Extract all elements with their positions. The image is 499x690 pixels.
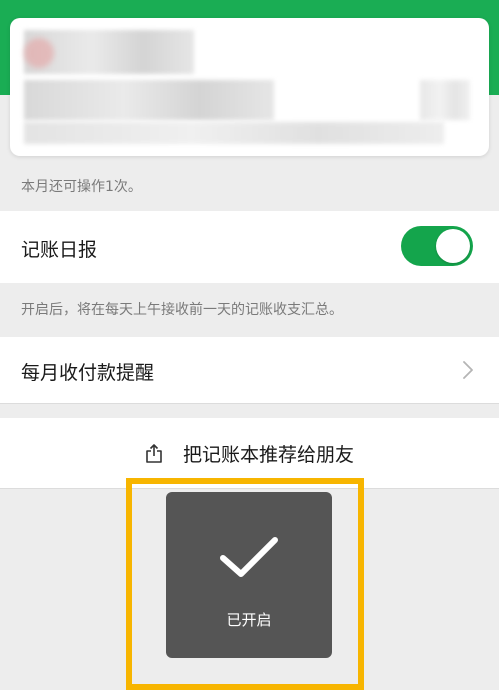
toast-popup: 已开启 [166, 492, 332, 658]
chevron-right-icon [463, 361, 473, 379]
blurred-avatar [24, 38, 54, 68]
blurred-content [24, 80, 274, 120]
daily-report-description: 开启后，将在每天上午接收前一天的记账收支汇总。 [21, 302, 343, 318]
monthly-reminder-row[interactable]: 每月收付款提醒 [0, 337, 499, 403]
monthly-reminder-label: 每月收付款提醒 [21, 362, 155, 384]
divider [0, 403, 499, 404]
share-content: 把记账本推荐给朋友 [0, 440, 499, 467]
share-icon [146, 444, 162, 463]
share-label: 把记账本推荐给朋友 [182, 444, 354, 466]
toggle-knob [436, 229, 470, 263]
remaining-operations-hint: 本月还可操作1次。 [21, 179, 142, 195]
blurred-content [420, 80, 470, 120]
daily-report-toggle[interactable] [401, 226, 473, 266]
toast-label: 已开启 [226, 611, 272, 629]
account-card-blurred [10, 18, 489, 156]
daily-report-row: 记账日报 [0, 211, 499, 283]
blurred-content [24, 122, 444, 144]
check-icon [220, 537, 278, 577]
daily-report-label: 记账日报 [21, 239, 98, 261]
